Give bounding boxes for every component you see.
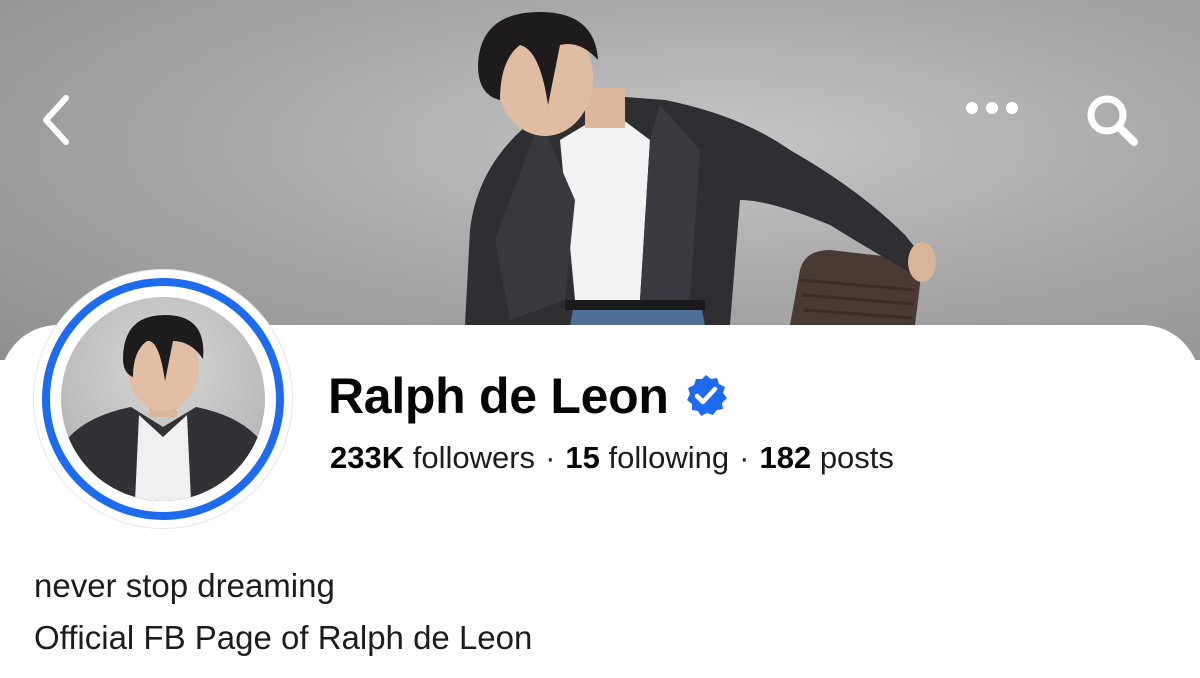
search-icon — [1087, 95, 1138, 146]
following-count: 15 — [565, 440, 600, 475]
profile-bio: never stop dreaming Official FB Page of … — [34, 560, 532, 664]
profile-avatar-button[interactable] — [34, 270, 292, 528]
chevron-left-icon — [43, 95, 69, 145]
posts-count: 182 — [759, 440, 812, 475]
followers-stat[interactable]: 233K followers — [330, 440, 535, 475]
profile-stats: 233K followers · 15 following · 182 posts — [330, 440, 894, 476]
following-stat[interactable]: 15 following — [565, 440, 729, 475]
followers-count: 233K — [330, 440, 405, 475]
bio-line: Official FB Page of Ralph de Leon — [34, 619, 533, 656]
more-horizontal-icon — [966, 102, 1018, 114]
profile-page: Ralph de Leon 233K followers · 15 followin… — [0, 0, 1200, 678]
back-button[interactable] — [36, 92, 96, 156]
profile-name: Ralph de Leon — [328, 368, 669, 424]
verified-badge-icon — [683, 373, 729, 419]
following-label: following — [608, 440, 730, 475]
stat-separator: · — [545, 440, 556, 475]
more-options-button[interactable] — [962, 98, 1036, 148]
followers-label: followers — [412, 440, 536, 475]
avatar — [61, 297, 265, 501]
story-ring — [42, 278, 284, 520]
profile-name-row: Ralph de Leon — [328, 364, 729, 428]
avatar-illustration — [61, 315, 265, 501]
posts-stat[interactable]: 182 posts — [759, 440, 893, 475]
search-button[interactable] — [1082, 90, 1154, 156]
posts-label: posts — [819, 440, 894, 475]
bio-line: never stop dreaming — [34, 567, 335, 604]
stat-separator: · — [739, 440, 750, 475]
